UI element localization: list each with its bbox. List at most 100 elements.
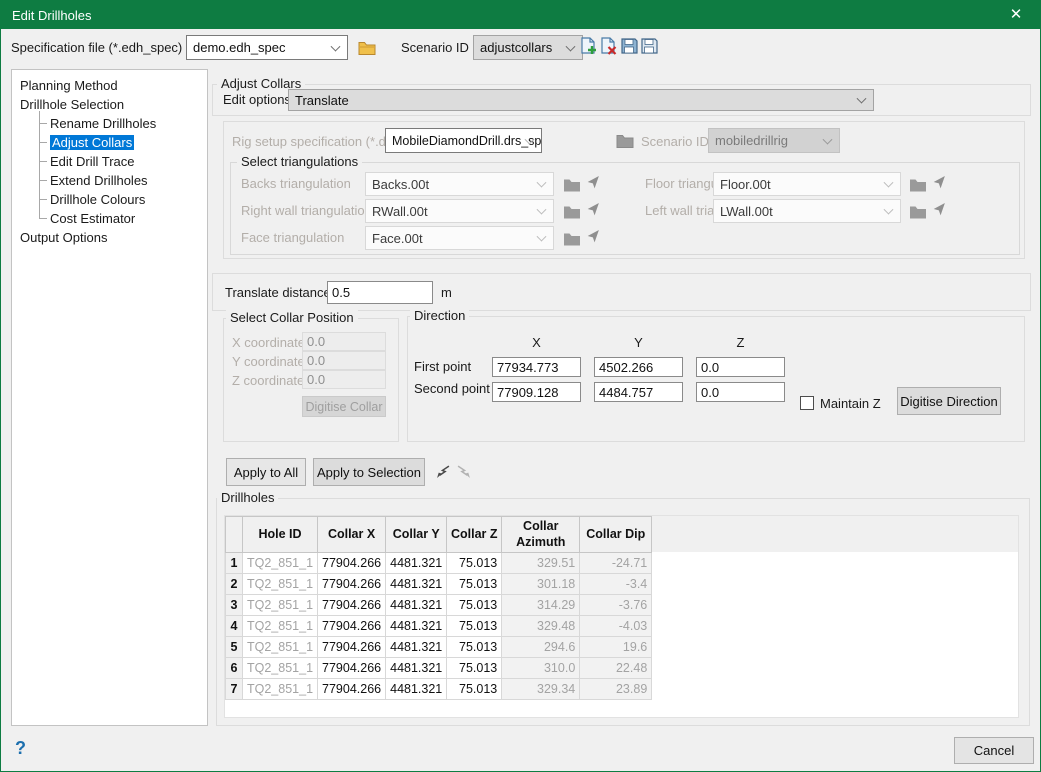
collar-y-header[interactable]: Collar Y [386, 517, 447, 553]
sidebar-item-output-options[interactable]: Output Options [20, 228, 207, 247]
collar-y-cell[interactable]: 4481.321 [386, 595, 447, 616]
save-as-icon[interactable] [640, 37, 658, 55]
open-folder-icon[interactable] [358, 39, 376, 57]
collar-z-cell[interactable]: 75.013 [447, 616, 502, 637]
collar-dip-cell[interactable]: -4.03 [580, 616, 652, 637]
collar-x-header[interactable]: Collar X [318, 517, 386, 553]
first-point-z-input[interactable] [696, 357, 785, 377]
collar-z-cell[interactable]: 75.013 [447, 658, 502, 679]
select-collar-position-group: Select Collar Position X coordinate Y co… [223, 318, 399, 442]
collar-x-cell[interactable]: 77904.266 [318, 637, 386, 658]
row-number-cell[interactable]: 3 [226, 595, 243, 616]
hole-id-cell[interactable]: TQ2_851_1 [243, 553, 318, 574]
sidebar-item-extend-drillholes[interactable]: Extend Drillholes [30, 171, 207, 190]
collar-z-cell[interactable]: 75.013 [447, 574, 502, 595]
second-point-y-input[interactable] [594, 382, 683, 402]
collar-azimuth-cell[interactable]: 294.6 [502, 637, 580, 658]
first-point-y-input[interactable] [594, 357, 683, 377]
apply-to-selection-button[interactable]: Apply to Selection [313, 458, 425, 486]
collar-azimuth-cell[interactable]: 310.0 [502, 658, 580, 679]
sidebar-item-cost-estimator[interactable]: Cost Estimator [30, 209, 207, 228]
second-point-x-input[interactable] [492, 382, 581, 402]
scenario-id-combobox[interactable]: adjustcollars [473, 35, 583, 60]
collar-z-cell[interactable]: 75.013 [447, 595, 502, 616]
table-row[interactable]: 1TQ2_851_177904.2664481.32175.013329.51-… [226, 553, 652, 574]
sidebar-item-adjust-collars[interactable]: Adjust Collars [30, 133, 207, 152]
table-row[interactable]: 5TQ2_851_177904.2664481.32175.013294.619… [226, 637, 652, 658]
digitise-direction-button[interactable]: Digitise Direction [897, 387, 1001, 415]
collar-x-cell[interactable]: 77904.266 [318, 574, 386, 595]
collar-azimuth-cell[interactable]: 314.29 [502, 595, 580, 616]
collar-z-cell[interactable]: 75.013 [447, 553, 502, 574]
lightning-arrow-left-icon[interactable] [436, 465, 450, 478]
collar-azimuth-cell[interactable]: 329.48 [502, 616, 580, 637]
hole-id-cell[interactable]: TQ2_851_1 [243, 658, 318, 679]
sidebar-item-drillhole-selection[interactable]: Drillhole Selection [20, 95, 207, 114]
collar-y-cell[interactable]: 4481.321 [386, 637, 447, 658]
table-row[interactable]: 4TQ2_851_177904.2664481.32175.013329.48-… [226, 616, 652, 637]
sidebar-item-rename-drillholes[interactable]: Rename Drillholes [30, 114, 207, 133]
spec-file-label: Specification file (*.edh_spec) [11, 40, 182, 56]
collar-dip-cell[interactable]: 23.89 [580, 679, 652, 700]
cancel-button[interactable]: Cancel [954, 737, 1034, 764]
apply-to-all-button[interactable]: Apply to All [226, 458, 306, 486]
collar-azimuth-cell[interactable]: 329.51 [502, 553, 580, 574]
collar-azimuth-cell[interactable]: 329.34 [502, 679, 580, 700]
table-row[interactable]: 7TQ2_851_177904.2664481.32175.013329.342… [226, 679, 652, 700]
row-number-cell[interactable]: 6 [226, 658, 243, 679]
z-coordinate-label: Z coordinate [232, 373, 304, 389]
first-point-x-input[interactable] [492, 357, 581, 377]
collar-dip-cell[interactable]: -3.4 [580, 574, 652, 595]
hole-id-cell[interactable]: TQ2_851_1 [243, 637, 318, 658]
row-number-cell[interactable]: 1 [226, 553, 243, 574]
row-number-cell[interactable]: 5 [226, 637, 243, 658]
hole-id-cell[interactable]: TQ2_851_1 [243, 595, 318, 616]
collar-x-cell[interactable]: 77904.266 [318, 553, 386, 574]
spec-file-combobox[interactable]: demo.edh_spec [186, 35, 348, 60]
maintain-z-checkbox[interactable] [800, 396, 814, 410]
hole-id-cell[interactable]: TQ2_851_1 [243, 616, 318, 637]
collar-z-cell[interactable]: 75.013 [447, 637, 502, 658]
collar-y-cell[interactable]: 4481.321 [386, 553, 447, 574]
chevron-down-icon [857, 94, 867, 104]
collar-x-cell[interactable]: 77904.266 [318, 616, 386, 637]
sidebar-item-edit-drill-trace[interactable]: Edit Drill Trace [30, 152, 207, 171]
collar-dip-cell[interactable]: -3.76 [580, 595, 652, 616]
row-number-cell[interactable]: 7 [226, 679, 243, 700]
collar-y-cell[interactable]: 4481.321 [386, 574, 447, 595]
row-number-cell[interactable]: 2 [226, 574, 243, 595]
sidebar-item-planning-method[interactable]: Planning Method [20, 76, 207, 95]
table-row[interactable]: 6TQ2_851_177904.2664481.32175.013310.022… [226, 658, 652, 679]
hole-id-header[interactable]: Hole ID [243, 517, 318, 553]
y-coordinate-input [302, 351, 386, 370]
collar-x-cell[interactable]: 77904.266 [318, 679, 386, 700]
translate-distance-input[interactable] [327, 281, 433, 304]
collar-x-cell[interactable]: 77904.266 [318, 658, 386, 679]
delete-scenario-icon[interactable] [599, 37, 617, 55]
new-scenario-icon[interactable] [579, 37, 597, 55]
collar-y-cell[interactable]: 4481.321 [386, 616, 447, 637]
table-row[interactable]: 2TQ2_851_177904.2664481.32175.013301.18-… [226, 574, 652, 595]
collar-x-cell[interactable]: 77904.266 [318, 595, 386, 616]
collar-azimuth-cell[interactable]: 301.18 [502, 574, 580, 595]
collar-dip-cell[interactable]: -24.71 [580, 553, 652, 574]
collar-z-header[interactable]: Collar Z [447, 517, 502, 553]
save-icon[interactable] [620, 37, 638, 55]
hole-id-cell[interactable]: TQ2_851_1 [243, 574, 318, 595]
close-icon[interactable]: ✕ [1005, 5, 1027, 25]
drillholes-table[interactable]: Hole ID Collar X Collar Y Collar Z Colla… [224, 515, 1019, 718]
table-row[interactable]: 3TQ2_851_177904.2664481.32175.013314.29-… [226, 595, 652, 616]
hole-id-cell[interactable]: TQ2_851_1 [243, 679, 318, 700]
collar-dip-cell[interactable]: 22.48 [580, 658, 652, 679]
collar-y-cell[interactable]: 4481.321 [386, 658, 447, 679]
collar-z-cell[interactable]: 75.013 [447, 679, 502, 700]
row-number-cell[interactable]: 4 [226, 616, 243, 637]
sidebar-item-drillhole-colours[interactable]: Drillhole Colours [30, 190, 207, 209]
edit-options-combobox[interactable]: Translate [288, 89, 874, 111]
help-icon[interactable]: ? [15, 738, 26, 759]
collar-azimuth-header[interactable]: Collar Azimuth [502, 517, 580, 553]
collar-dip-cell[interactable]: 19.6 [580, 637, 652, 658]
collar-dip-header[interactable]: Collar Dip [580, 517, 652, 553]
second-point-z-input[interactable] [696, 382, 785, 402]
collar-y-cell[interactable]: 4481.321 [386, 679, 447, 700]
